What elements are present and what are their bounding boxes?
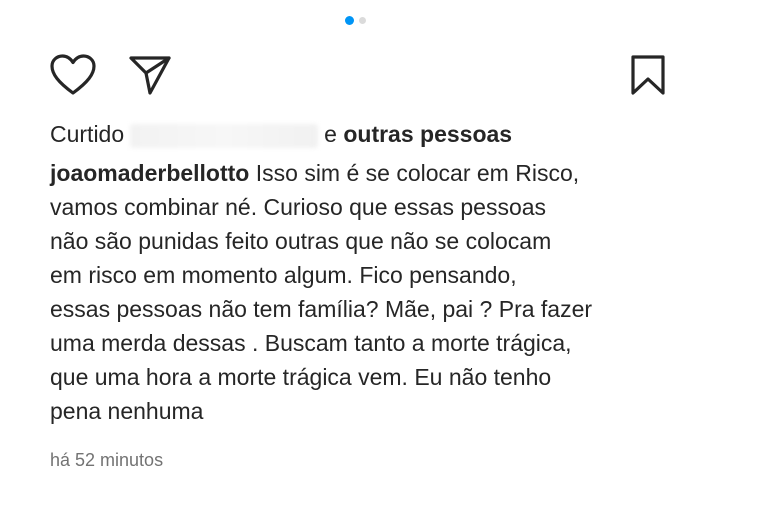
- comment-text: Isso sim é se colocar em Risco,: [255, 160, 580, 186]
- post-comment: joaomaderbellotto Isso sim é se colocar …: [50, 156, 710, 428]
- comment-text: pena nenhuma: [50, 398, 204, 424]
- comment-text: em risco em momento algum. Fico pensando…: [50, 262, 517, 288]
- comment-text: não são punidas feito outras que não se …: [50, 228, 552, 254]
- post-timestamp[interactable]: há 52 minutos: [50, 449, 163, 471]
- redacted-username: [130, 123, 319, 148]
- likes-others-link[interactable]: outras pessoas: [343, 121, 512, 147]
- comment-text: que uma hora a morte trágica vem. Eu não…: [50, 364, 552, 390]
- instagram-post: Curtido e outras pessoas joaomaderbellott…: [0, 0, 768, 512]
- comment-text: vamos combinar né. Curioso que essas pes…: [50, 194, 547, 220]
- likes-summary: Curtido e outras pessoas: [50, 119, 512, 149]
- comment-text: essas pessoas não tem família? Mãe, pai …: [50, 296, 593, 322]
- heart-outline-icon[interactable]: [50, 54, 96, 96]
- comment-username[interactable]: joaomaderbellotto: [50, 160, 249, 186]
- comment-line-1: joaomaderbellotto Isso sim é se colocar …: [50, 156, 710, 190]
- likes-prefix: Curtido: [50, 121, 125, 147]
- comment-text: uma merda dessas . Buscam tanto a morte …: [50, 330, 572, 356]
- carousel-dot: [359, 17, 366, 24]
- likes-suffix-plain: e: [324, 121, 337, 147]
- bookmark-outline-icon[interactable]: [630, 54, 666, 96]
- post-actions-bar: [50, 54, 666, 98]
- carousel-dot-active: [345, 16, 354, 25]
- paper-plane-icon[interactable]: [128, 54, 172, 96]
- carousel-indicator: [345, 16, 366, 25]
